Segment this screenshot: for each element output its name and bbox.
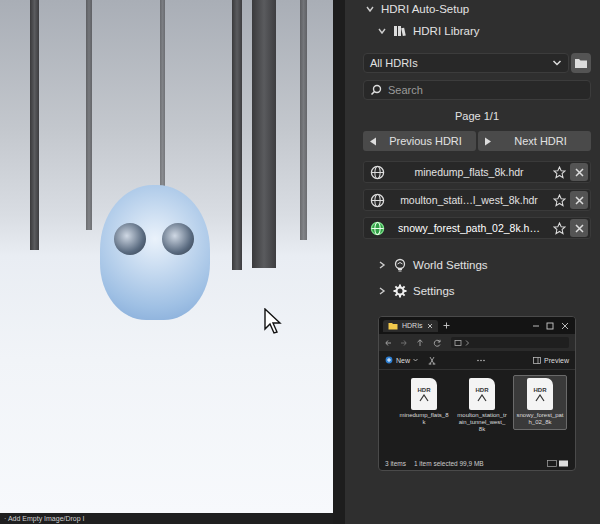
window-controls-icon[interactable] xyxy=(532,322,570,330)
shape-icon xyxy=(419,394,429,402)
navigation-icon[interactable] xyxy=(385,339,443,347)
file-item[interactable]: HDR moulton_station_train_tunnel_west_8k xyxy=(455,375,509,438)
dropdown-icon xyxy=(413,358,418,362)
library-icon xyxy=(393,25,407,37)
address-bar[interactable] xyxy=(451,337,569,348)
search-icon xyxy=(370,84,382,96)
explorer-status-bar: 3 items 1 item selected 99,9 MB xyxy=(379,457,575,470)
cursor-icon xyxy=(264,308,282,334)
chevron-icon xyxy=(377,26,387,36)
chevron-icon xyxy=(365,4,375,14)
hdri-row[interactable]: snowy_forest_path_02_8k.h… xyxy=(363,217,591,239)
close-tab-icon[interactable] xyxy=(427,323,433,329)
file-item[interactable]: HDR minedump_flats_8k xyxy=(397,375,451,430)
search-field[interactable]: Search xyxy=(363,80,591,100)
close-icon xyxy=(575,224,584,233)
hdr-file-icon: HDR xyxy=(527,378,553,410)
library-header[interactable]: HDRI Library xyxy=(363,20,591,42)
favorite-star-icon[interactable] xyxy=(553,194,566,207)
section-header[interactable]: Settings xyxy=(363,280,591,302)
remove-button[interactable] xyxy=(570,219,588,237)
dropdown-chevron-icon xyxy=(552,59,562,67)
chevron-icon xyxy=(377,260,387,270)
hdr-file-icon: HDR xyxy=(469,378,495,410)
explorer-tab[interactable]: HDRIs xyxy=(383,320,438,332)
next-icon xyxy=(484,137,492,146)
creature-model[interactable] xyxy=(100,185,210,320)
gear-icon xyxy=(393,284,407,298)
remove-button[interactable] xyxy=(570,191,588,209)
globe-icon xyxy=(370,165,385,180)
render-preview xyxy=(0,0,333,513)
folder-icon xyxy=(574,57,588,69)
plus-circle-icon xyxy=(385,356,393,364)
close-icon xyxy=(575,196,584,205)
file-explorer-window[interactable]: HDRIs New Preview HDR minedump_flats_8kH… xyxy=(378,316,576,471)
shape-icon xyxy=(477,394,487,402)
panel-header[interactable]: HDRI Auto-Setup xyxy=(363,0,591,18)
hdr-file-icon: HDR xyxy=(411,378,437,410)
shape-icon xyxy=(535,394,545,402)
sidebar-panel: HDRI Auto-Setup HDRI Library All HDRIs S… xyxy=(345,0,600,524)
file-item[interactable]: HDR snowy_forest_path_02_8k xyxy=(513,375,567,430)
status-bar: · Add Empty Image/Drop I xyxy=(0,513,333,524)
preview-pane-icon xyxy=(533,357,541,364)
section-header[interactable]: World Settings xyxy=(363,254,591,276)
world-icon xyxy=(393,258,407,272)
previous-hdri-button[interactable]: Previous HDRI xyxy=(363,131,476,151)
hdri-list: minedump_flats_8k.hdr moulton_stati…l_we… xyxy=(363,161,591,239)
page-indicator: Page 1/1 xyxy=(363,106,591,126)
area-divider[interactable] xyxy=(333,0,345,524)
breadcrumb-icon xyxy=(454,339,472,347)
favorite-star-icon[interactable] xyxy=(553,166,566,179)
hdri-row[interactable]: moulton_stati…l_west_8k.hdr xyxy=(363,189,591,211)
filter-dropdown[interactable]: All HDRIs xyxy=(363,53,569,73)
globe-icon xyxy=(370,221,385,236)
preview-button[interactable]: Preview xyxy=(533,357,569,364)
view-mode-icon[interactable] xyxy=(547,460,569,467)
viewport[interactable]: · Add Empty Image/Drop I xyxy=(0,0,333,524)
globe-icon xyxy=(370,193,385,208)
chevron-icon xyxy=(377,286,387,296)
hdri-row[interactable]: minedump_flats_8k.hdr xyxy=(363,161,591,183)
open-folder-button[interactable] xyxy=(571,53,591,73)
close-icon xyxy=(575,168,584,177)
remove-button[interactable] xyxy=(570,163,588,181)
favorite-star-icon[interactable] xyxy=(553,222,566,235)
toolbar-actions-icon[interactable] xyxy=(428,356,486,365)
previous-icon xyxy=(369,137,377,146)
new-button[interactable]: New xyxy=(385,356,418,364)
folder-icon xyxy=(388,322,398,330)
status-text: · Add Empty Image/Drop I xyxy=(4,515,85,522)
file-grid: HDR minedump_flats_8kHDR moulton_station… xyxy=(379,370,575,457)
blender-window: · Add Empty Image/Drop I HDRI Auto-Setup… xyxy=(0,0,600,524)
new-tab-icon[interactable] xyxy=(443,322,450,329)
next-hdri-button[interactable]: Next HDRI xyxy=(478,131,591,151)
